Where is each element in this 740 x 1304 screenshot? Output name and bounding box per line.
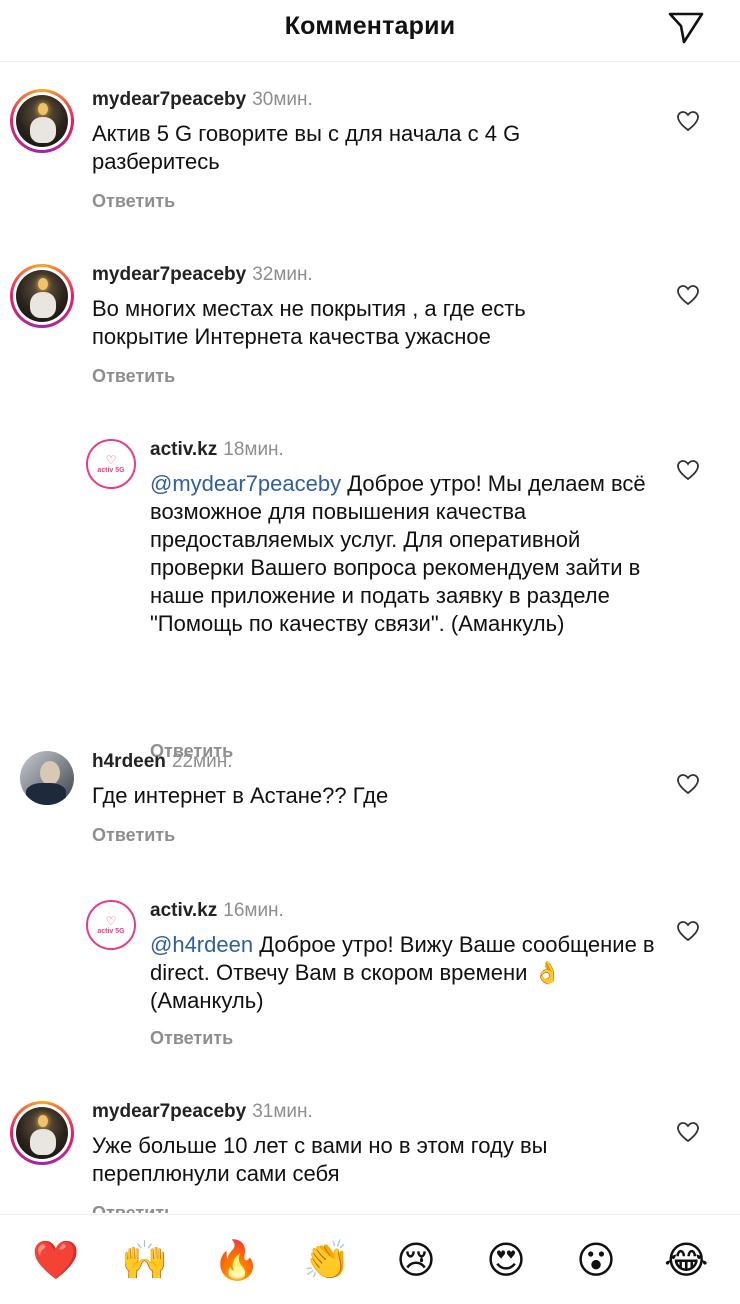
avatar[interactable]: [10, 1101, 74, 1165]
reply-button[interactable]: Ответить: [150, 1028, 233, 1049]
comment-item: h4rdeen 22мин. Где интернет в Астане?? Гд…: [0, 751, 740, 851]
comment-text: @mydear7peaceby Доброе утро! Мы делаем в…: [150, 470, 660, 638]
comment-text: Уже больше 10 лет с вами но в этом году …: [92, 1133, 548, 1186]
brand-heart-icon: ♡: [105, 913, 117, 928]
timestamp: 30мин.: [252, 89, 313, 110]
comments-list[interactable]: mydear7peaceby 30мин. Актив 5 G говорите …: [0, 63, 740, 1213]
mention-link[interactable]: @h4rdeen: [150, 932, 253, 957]
reply-button[interactable]: Ответить: [92, 825, 175, 846]
reply-button[interactable]: Ответить: [92, 1203, 175, 1213]
username[interactable]: activ.kz: [150, 900, 217, 921]
brand-heart-icon: ♡: [105, 452, 117, 467]
surprised-face-emoji-button[interactable]: 😮: [574, 1237, 618, 1283]
avatar[interactable]: [20, 751, 74, 805]
page-title: Комментарии: [284, 12, 456, 40]
username[interactable]: mydear7peaceby: [92, 89, 246, 110]
avatar[interactable]: ♡ activ 5G: [86, 900, 136, 950]
crying-face-emoji-button[interactable]: 😢: [394, 1237, 438, 1283]
timestamp: 31мин.: [252, 1101, 313, 1122]
heart-icon[interactable]: [676, 284, 700, 306]
comment-meta: mydear7peaceby 32мин.: [92, 264, 313, 286]
raising-hands-emoji-button[interactable]: 🙌: [121, 1237, 168, 1283]
comment-text: Где интернет в Астане?? Где: [92, 783, 389, 808]
avatar[interactable]: [10, 264, 74, 328]
comment-item: mydear7peaceby 31мин. Уже больше 10 лет с…: [0, 1095, 740, 1213]
emoji-reaction-bar: ❤️ 🙌 🔥 👏 😢 😍 😮 😂: [0, 1214, 740, 1304]
comment-item: mydear7peaceby 30мин. Актив 5 G говорите …: [0, 83, 740, 223]
username[interactable]: activ.kz: [150, 439, 217, 460]
header: Комментарии: [0, 0, 740, 62]
comment-meta: h4rdeen 22мин.: [92, 751, 233, 773]
avatar[interactable]: ♡ activ 5G: [86, 439, 136, 489]
username[interactable]: h4rdeen: [92, 751, 166, 772]
avatar[interactable]: [10, 89, 74, 153]
brand-logo-text: activ 5G: [97, 927, 125, 935]
tears-of-joy-emoji-button[interactable]: 😂: [664, 1237, 708, 1283]
comment-meta: activ.kz 18мин.: [150, 439, 284, 461]
mention-link[interactable]: @mydear7peaceby: [150, 471, 341, 496]
clapping-hands-emoji-button[interactable]: 👏: [303, 1237, 350, 1283]
comment-text: @h4rdeen Доброе утро! Вижу Ваше сообщени…: [150, 931, 660, 1015]
username[interactable]: mydear7peaceby: [92, 264, 246, 285]
fire-emoji-button[interactable]: 🔥: [213, 1237, 260, 1283]
reply-button[interactable]: Ответить: [92, 191, 175, 212]
comment-text: Во многих местах не покрытия , а где ест…: [92, 296, 526, 349]
username[interactable]: mydear7peaceby: [92, 1101, 246, 1122]
heart-icon[interactable]: [676, 1121, 700, 1143]
comment-text: Актив 5 G говорите вы с для начала с 4 G…: [92, 121, 521, 174]
timestamp: 22мин.: [171, 751, 233, 772]
timestamp: 18мин.: [223, 439, 284, 460]
red-heart-emoji-button[interactable]: ❤️: [32, 1237, 79, 1283]
send-icon[interactable]: [666, 8, 706, 48]
heart-icon[interactable]: [676, 459, 700, 481]
comment-meta: activ.kz 16мин.: [150, 900, 284, 922]
reply-item: ♡ activ 5G activ.kz 16мин. @h4rdeen Добро…: [0, 898, 740, 1058]
heart-icon[interactable]: [676, 110, 700, 132]
comment-item: mydear7peaceby 32мин. Во многих местах не…: [0, 258, 740, 398]
brand-logo-text: activ 5G: [97, 466, 125, 474]
reply-button[interactable]: Ответить: [92, 366, 175, 387]
reply-item: ♡ activ 5G activ.kz 18мин. @mydear7peaceb…: [0, 433, 740, 761]
comment-meta: mydear7peaceby 30мин.: [92, 89, 313, 111]
comment-meta: mydear7peaceby 31мин.: [92, 1101, 313, 1123]
heart-icon[interactable]: [676, 773, 700, 795]
heart-icon[interactable]: [676, 920, 700, 942]
timestamp: 32мин.: [252, 264, 313, 285]
heart-eyes-emoji-button[interactable]: 😍: [484, 1237, 528, 1283]
timestamp: 16мин.: [223, 900, 284, 921]
